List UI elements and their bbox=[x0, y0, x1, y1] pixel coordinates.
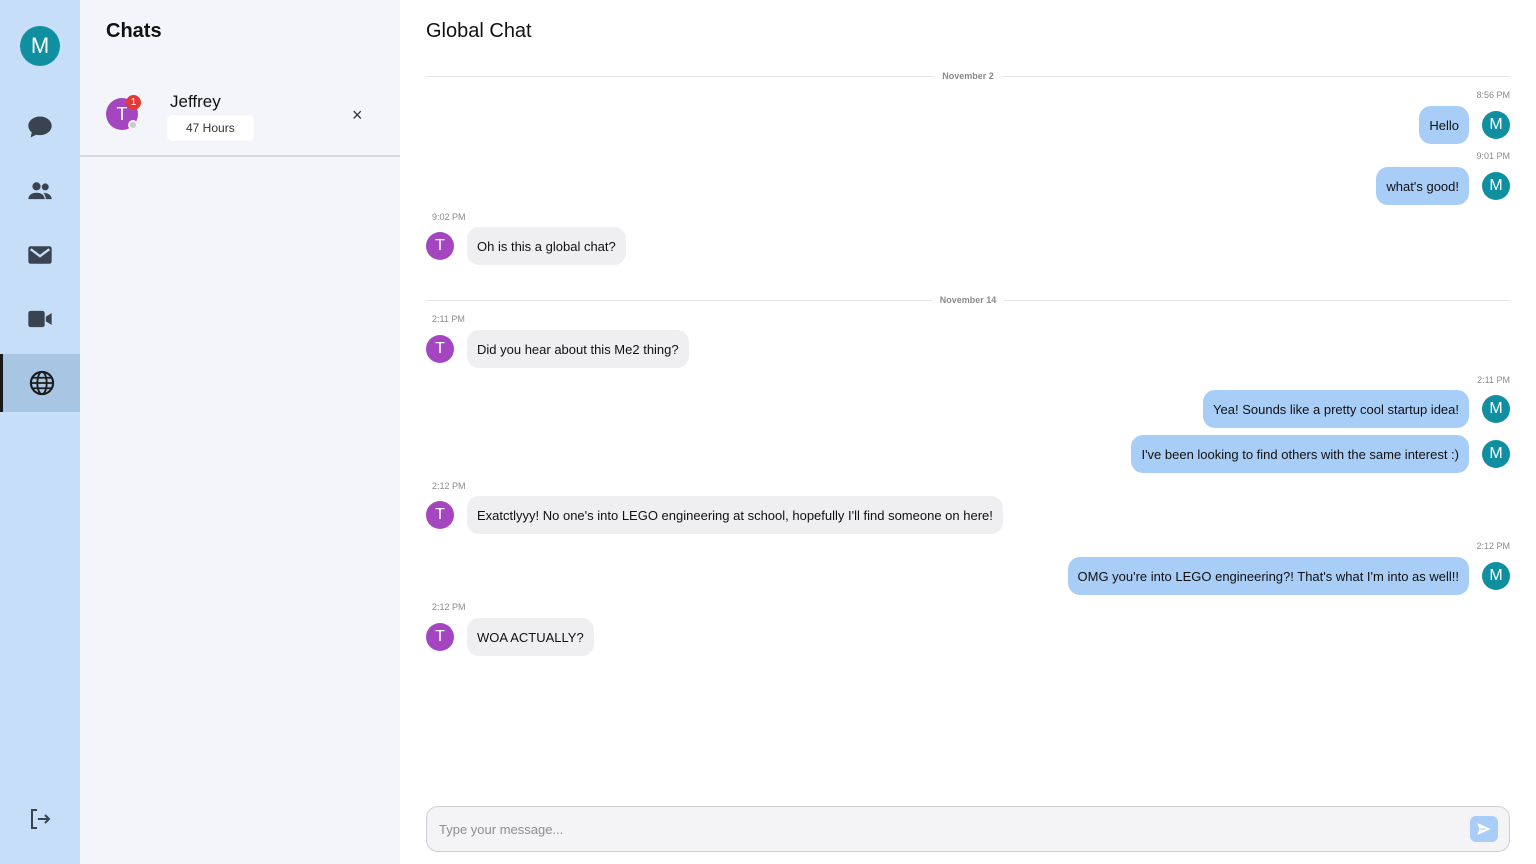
message-timestamp: 2:11 PM bbox=[1477, 375, 1510, 385]
avatar: T bbox=[426, 623, 454, 651]
message-bubble: Yea! Sounds like a pretty cool startup i… bbox=[1203, 390, 1469, 428]
nav-rail: M bbox=[0, 0, 80, 864]
message-timestamp: 9:02 PM bbox=[432, 212, 466, 222]
chats-title: Chats bbox=[106, 20, 162, 42]
chat-bubble-icon-svg bbox=[28, 116, 52, 138]
avatar: T bbox=[426, 501, 454, 529]
message-composer bbox=[426, 806, 1510, 852]
date-divider-label: November 14 bbox=[931, 295, 1005, 305]
message-bubble: OMG you're into LEGO engineering?! That'… bbox=[1067, 557, 1469, 595]
video-camera-icon[interactable] bbox=[0, 290, 80, 348]
logout-icon-svg bbox=[31, 809, 51, 829]
message-row: what's good! M bbox=[1376, 167, 1510, 205]
message-bubble: what's good! bbox=[1376, 167, 1469, 205]
unread-badge: 1 bbox=[126, 95, 141, 110]
message-bubble: WOA ACTUALLY? bbox=[467, 618, 594, 656]
message-timestamp: 9:01 PM bbox=[1476, 151, 1510, 161]
video-camera-icon-svg bbox=[28, 310, 52, 328]
send-icon bbox=[1477, 823, 1491, 835]
avatar: M bbox=[1482, 395, 1510, 423]
message-row: OMG you're into LEGO engineering?! That'… bbox=[1067, 557, 1510, 595]
globe-icon-svg bbox=[29, 370, 54, 396]
message-timestamp: 8:56 PM bbox=[1476, 90, 1510, 100]
chat-duration-badge: 47 Hours bbox=[167, 115, 254, 141]
avatar: M bbox=[1482, 440, 1510, 468]
chat-name: Jeffrey bbox=[170, 92, 221, 111]
avatar: M bbox=[1482, 172, 1510, 200]
message-row: Hello M bbox=[1419, 106, 1510, 144]
logout-icon[interactable] bbox=[0, 792, 80, 846]
message-bubble: Oh is this a global chat? bbox=[467, 227, 626, 265]
avatar: T bbox=[426, 232, 454, 260]
message-row: T Exatctlyyy! No one's into LEGO enginee… bbox=[426, 496, 1003, 534]
message-bubble: Hello bbox=[1419, 106, 1469, 144]
status-dot bbox=[128, 120, 138, 130]
avatar: M bbox=[1482, 111, 1510, 139]
avatar: M bbox=[1482, 562, 1510, 590]
message-timestamp: 2:12 PM bbox=[432, 481, 466, 491]
page-title: Global Chat bbox=[426, 20, 532, 42]
globe-icon[interactable] bbox=[0, 354, 80, 412]
message-row: T Did you hear about this Me2 thing? bbox=[426, 330, 689, 368]
message-row: T Oh is this a global chat? bbox=[426, 227, 626, 265]
message-bubble: Exatctlyyy! No one's into LEGO engineeri… bbox=[467, 496, 1003, 534]
message-row: I've been looking to find others with th… bbox=[1131, 435, 1510, 473]
date-divider-label: November 2 bbox=[934, 71, 1002, 81]
chat-bubble-icon[interactable] bbox=[0, 98, 80, 156]
send-button[interactable] bbox=[1470, 816, 1498, 842]
mail-icon-svg bbox=[28, 246, 52, 264]
date-divider: November 2 bbox=[400, 71, 1536, 81]
message-bubble: Did you hear about this Me2 thing? bbox=[467, 330, 689, 368]
close-icon[interactable]: × bbox=[352, 105, 363, 126]
chat-list-item[interactable]: T 1 Jeffrey 47 Hours × bbox=[80, 78, 400, 157]
date-divider: November 14 bbox=[400, 295, 1536, 305]
mail-icon[interactable] bbox=[0, 226, 80, 284]
user-avatar[interactable]: M bbox=[20, 26, 60, 66]
message-timestamp: 2:12 PM bbox=[1476, 541, 1510, 551]
message-input[interactable] bbox=[439, 807, 1439, 851]
avatar: T bbox=[426, 335, 454, 363]
message-timestamp: 2:11 PM bbox=[432, 314, 465, 324]
chats-panel: Chats T 1 Jeffrey 47 Hours × bbox=[80, 0, 400, 864]
chat-main: Global Chat November 2 8:56 PM Hello M 9… bbox=[400, 0, 1536, 864]
message-row: Yea! Sounds like a pretty cool startup i… bbox=[1203, 390, 1510, 428]
users-icon-svg bbox=[28, 182, 52, 200]
message-timestamp: 2:12 PM bbox=[432, 602, 466, 612]
users-icon[interactable] bbox=[0, 162, 80, 220]
message-row: T WOA ACTUALLY? bbox=[426, 618, 594, 656]
message-bubble: I've been looking to find others with th… bbox=[1131, 435, 1469, 473]
